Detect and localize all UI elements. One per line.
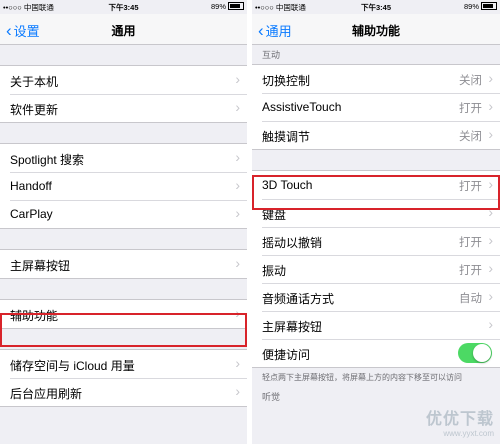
- toggle-knob: [473, 344, 491, 362]
- battery-icon: [228, 2, 244, 10]
- settings-group: 主屏幕按钮 ›: [0, 249, 247, 279]
- chevron-right-icon: ›: [488, 316, 493, 332]
- row-carplay[interactable]: CarPlay ›: [0, 200, 247, 228]
- status-right: 89%: [211, 2, 244, 11]
- settings-group: 切换控制 关闭 › AssistiveTouch 打开 › 触摸调节 关闭 ›: [252, 64, 500, 150]
- chevron-right-icon: ›: [488, 98, 493, 114]
- chevron-right-icon: ›: [488, 126, 493, 142]
- page-title: 辅助功能: [351, 24, 400, 38]
- row-assistivetouch[interactable]: AssistiveTouch 打开 ›: [252, 93, 500, 121]
- chevron-right-icon: ›: [235, 205, 240, 221]
- row-storage-icloud[interactable]: 储存空间与 iCloud 用量 ›: [0, 350, 247, 378]
- row-software-update[interactable]: 软件更新 ›: [0, 94, 247, 122]
- nav-bar: ‹ 通用 辅助功能: [252, 14, 500, 45]
- status-time: 下午3:45: [108, 3, 139, 12]
- row-reachability: 便捷访问: [252, 339, 500, 367]
- row-3d-touch[interactable]: 3D Touch 打开 ›: [252, 171, 500, 199]
- accessibility-settings-screen: ••○○○ 中国联通 下午3:45 89% ‹ 通用 辅助功能 互动 切换控制 关闭…: [252, 0, 500, 444]
- status-right: 89%: [464, 2, 497, 11]
- chevron-right-icon: ›: [235, 71, 240, 87]
- row-vibration[interactable]: 振动 打开 ›: [252, 255, 500, 283]
- row-spotlight[interactable]: Spotlight 搜索 ›: [0, 144, 247, 172]
- row-home-button[interactable]: 主屏幕按钮 ›: [252, 311, 500, 339]
- section-header-interaction: 互动: [262, 50, 281, 60]
- chevron-right-icon: ›: [235, 383, 240, 399]
- nav-bar: ‹ 设置 通用: [0, 14, 247, 45]
- chevron-right-icon: ›: [488, 260, 493, 276]
- row-call-audio-routing[interactable]: 音频通话方式 自动 ›: [252, 283, 500, 311]
- settings-group: Spotlight 搜索 › Handoff › CarPlay ›: [0, 143, 247, 229]
- watermark-logo: 优优下载 www.yyxt.com: [425, 411, 494, 438]
- battery-percent: 89%: [210, 2, 226, 11]
- row-handoff[interactable]: Handoff ›: [0, 172, 247, 200]
- chevron-right-icon: ›: [488, 176, 493, 192]
- chevron-right-icon: ›: [488, 288, 493, 304]
- chevron-right-icon: ›: [488, 204, 493, 220]
- general-settings-screen: ••○○○ 中国联通 下午3:45 89% ‹ 设置 通用 关于本机 › 软件更新 ›…: [0, 0, 247, 444]
- status-time: 下午3:45: [360, 3, 391, 12]
- chevron-right-icon: ›: [235, 255, 240, 271]
- section-header-hearing: 听觉: [262, 392, 281, 402]
- page-title: 通用: [111, 24, 136, 38]
- chevron-right-icon: ›: [235, 177, 240, 193]
- chevron-right-icon: ›: [235, 305, 240, 321]
- settings-group: 储存空间与 iCloud 用量 › 后台应用刷新 ›: [0, 349, 247, 407]
- reachability-toggle[interactable]: [458, 343, 492, 363]
- row-keyboard[interactable]: 键盘 ›: [252, 199, 500, 227]
- status-bar: ••○○○ 中国联通 下午3:45 89%: [252, 0, 500, 14]
- chevron-right-icon: ›: [235, 149, 240, 165]
- status-bar: ••○○○ 中国联通 下午3:45 89%: [0, 0, 247, 14]
- chevron-right-icon: ›: [235, 99, 240, 115]
- battery-icon: [481, 2, 497, 10]
- settings-group: 关于本机 › 软件更新 ›: [0, 65, 247, 123]
- row-switch-control[interactable]: 切换控制 关闭 ›: [252, 65, 500, 93]
- row-home-button[interactable]: 主屏幕按钮 ›: [0, 250, 247, 278]
- chevron-right-icon: ›: [235, 355, 240, 371]
- row-accessibility[interactable]: 辅助功能 ›: [0, 300, 247, 328]
- row-about[interactable]: 关于本机 ›: [0, 66, 247, 94]
- row-shake-to-undo[interactable]: 摇动以撤销 打开 ›: [252, 227, 500, 255]
- battery-percent: 89%: [463, 2, 479, 11]
- settings-group: 3D Touch 打开 › 键盘 › 摇动以撤销 打开 › 振动 打开 › 音频通话方式 自动 ›…: [252, 170, 500, 368]
- row-background-refresh[interactable]: 后台应用刷新 ›: [0, 378, 247, 406]
- chevron-right-icon: ›: [488, 70, 493, 86]
- chevron-right-icon: ›: [488, 232, 493, 248]
- row-touch-accommodations[interactable]: 触摸调节 关闭 ›: [252, 121, 500, 149]
- settings-group: 辅助功能 ›: [0, 299, 247, 329]
- reachability-footer: 轻点两下主屏幕按钮，将屏幕上方的内容下移至可以访问: [262, 373, 462, 382]
